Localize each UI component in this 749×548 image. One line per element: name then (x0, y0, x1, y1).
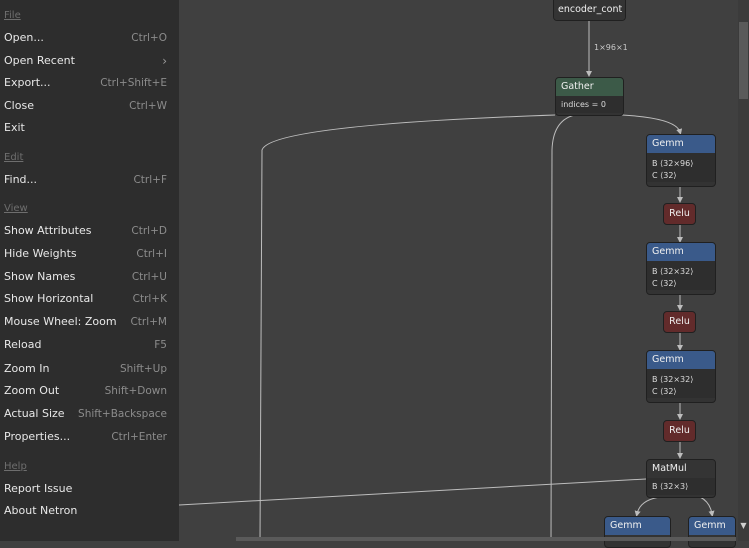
node-gemm-3[interactable]: Gemm B ⟨32×32⟩ C ⟨32⟩ (646, 350, 716, 403)
node-gemm-2[interactable]: Gemm B ⟨32×32⟩ C ⟨32⟩ (646, 242, 716, 295)
node-label: encoder_cont (554, 0, 625, 20)
node-attribute: indices = 0 (556, 96, 623, 113)
node-label: Gather (556, 78, 623, 96)
node-encoder-cont[interactable]: encoder_cont (553, 0, 626, 21)
edge-gather-gemm1 (621, 114, 683, 135)
node-label: Gemm (647, 351, 715, 369)
node-label: MatMul (647, 460, 715, 478)
edge-shape-label: 1×96×1 (594, 43, 628, 52)
node-weight-b: B ⟨32×32⟩ (647, 369, 715, 386)
horizontal-scrollbar-thumb[interactable] (236, 537, 736, 541)
node-weight-b: B ⟨32×32⟩ (647, 261, 715, 278)
node-label: Gemm (647, 135, 715, 153)
node-weight-b: B ⟨32×3⟩ (647, 478, 715, 495)
down-arrow-icon[interactable]: ▼ (738, 520, 749, 532)
node-relu-1[interactable]: Relu (663, 203, 696, 225)
edge-matmul-gemm4 (634, 496, 661, 517)
node-relu-3[interactable]: Relu (663, 420, 696, 442)
edge-left-matmul (178, 478, 647, 506)
node-weight-c: C ⟨32⟩ (647, 386, 715, 398)
graph-edges (178, 19, 715, 541)
edge-matmul-gemm5 (699, 496, 715, 517)
node-matmul[interactable]: MatMul B ⟨32×3⟩ (646, 459, 716, 498)
edge-gather-left (259, 114, 556, 541)
vertical-scrollbar-thumb[interactable] (739, 22, 748, 99)
node-gemm-5[interactable]: Gemm (688, 516, 736, 548)
node-label: Gemm (689, 517, 735, 535)
node-weight-c: C ⟨32⟩ (647, 170, 715, 182)
node-gemm-1[interactable]: Gemm B ⟨32×96⟩ C ⟨32⟩ (646, 134, 716, 187)
node-label: Gemm (647, 243, 715, 261)
node-gemm-4[interactable]: Gemm (604, 516, 671, 548)
node-gather[interactable]: Gather indices = 0 (555, 77, 624, 116)
node-relu-2[interactable]: Relu (663, 311, 696, 333)
edge-gather-mid (550, 114, 576, 541)
node-label: Gemm (605, 517, 670, 535)
node-weight-b: B ⟨32×96⟩ (647, 153, 715, 170)
node-weight-c: C ⟨32⟩ (647, 278, 715, 290)
